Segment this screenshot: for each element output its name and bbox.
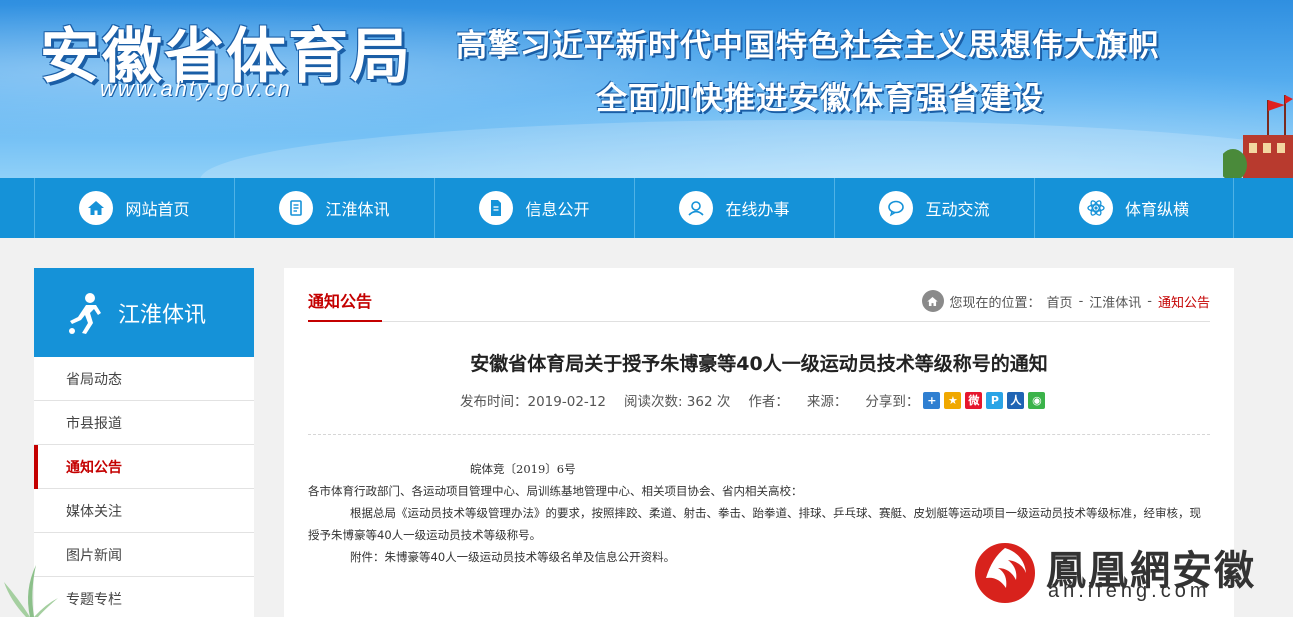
main-nav: 网站首页 江淮体讯 信息公开 在线办事 互动交流 体育纵横 [0, 178, 1293, 238]
service-icon [679, 191, 714, 225]
section-title: 通知公告 [308, 292, 373, 311]
article-title: 安徽省体育局关于授予朱博豪等40人一级运动员技术等级称号的通知 [470, 353, 1048, 375]
nav-item-online-service[interactable]: 在线办事 [634, 178, 834, 238]
qq-share-icon[interactable]: ★ [944, 391, 962, 409]
breadcrumb-current[interactable]: 通知公告 [1158, 292, 1210, 311]
sidebar: 江淮体讯 省局动态 市县报道 通知公告 媒体关注 图片新闻 专题专栏 [34, 268, 254, 617]
ifeng-watermark: 鳳凰網安徽 ah.ifeng.com [972, 536, 1272, 614]
atom-icon [1078, 191, 1113, 225]
author: 作者： [748, 394, 789, 410]
chat-icon [879, 191, 914, 225]
sidebar-item-bureau-news[interactable]: 省局动态 [34, 357, 254, 401]
breadcrumb: 您现在的位置： 首页 - 江淮体讯 - 通知公告 [921, 290, 1210, 312]
nav-item-sports-overview[interactable]: 体育纵横 [1034, 178, 1234, 238]
site-banner: 安徽省体育局 www.ahty.gov.cn 高擎习近平新时代中国特色社会主义思… [0, 0, 1293, 178]
wechat-share-icon[interactable]: ◉ [1028, 391, 1046, 409]
tencent-weibo-share-icon[interactable]: P [986, 391, 1004, 409]
nav-item-jianghuai-news[interactable]: 江淮体讯 [234, 178, 434, 238]
slogan-line-2: 全面加快推进安徽体育强省建设 [596, 81, 1044, 117]
weibo-share-icon[interactable]: 微 [965, 391, 983, 409]
nav-item-info-disclosure[interactable]: 信息公开 [434, 178, 634, 238]
file-icon [479, 191, 514, 225]
share-label: 分享到： [865, 394, 920, 410]
sidebar-item-media-focus[interactable]: 媒体关注 [34, 489, 254, 533]
article-meta: 发布时间：2019-02-12 阅读次数: 362 次 作者： 来源： 分享到：… [460, 390, 1046, 410]
bamboo-leaf-decoration [4, 565, 58, 617]
sidebar-item-photo-news[interactable]: 图片新闻 [34, 533, 254, 577]
qzone-share-icon[interactable]: + [923, 391, 941, 409]
breadcrumb-jianghuai-link[interactable]: 江淮体讯 [1089, 292, 1141, 311]
document-number: 皖体竞〔2019〕6号 [470, 462, 576, 476]
source: 来源： [806, 394, 848, 410]
recipients: 各市体育行政部门、各运动项目管理中心、局训练基地管理中心、相关项目协会、省内相关… [308, 484, 803, 498]
renren-share-icon[interactable]: 人 [1007, 391, 1025, 409]
nav-label: 体育纵横 [1124, 200, 1189, 219]
nav-label: 在线办事 [725, 200, 790, 219]
ifeng-logo-icon [973, 541, 1037, 605]
slogan-line-1: 高擎习近平新时代中国特色社会主义思想伟大旗帜 [456, 28, 1160, 64]
nav-item-home[interactable]: 网站首页 [34, 178, 234, 238]
building-flags-decoration [1223, 95, 1293, 178]
document-icon [279, 191, 314, 225]
view-count: 阅读次数: 362 次 [623, 394, 731, 410]
location-home-icon [921, 290, 944, 312]
breadcrumb-separator: - [1147, 293, 1152, 309]
share-bar: 分享到： + ★ 微 P 人 ◉ [865, 390, 1046, 410]
home-icon [79, 191, 114, 225]
sidebar-header: 江淮体讯 [34, 268, 254, 357]
nav-label: 信息公开 [525, 200, 590, 219]
sidebar-item-notices[interactable]: 通知公告 [34, 445, 254, 489]
nav-label: 江淮体讯 [325, 200, 390, 219]
site-url: www.ahty.gov.cn [100, 76, 292, 101]
sidebar-item-special-topics[interactable]: 专题专栏 [34, 577, 254, 617]
content-header: 通知公告 您现在的位置： 首页 - 江淮体讯 - 通知公告 [308, 286, 1210, 318]
breadcrumb-home-link[interactable]: 首页 [1047, 292, 1073, 311]
watermark-domain: ah.ifeng.com [1048, 580, 1211, 602]
meta-divider [308, 434, 1210, 435]
sidebar-title: 江淮体讯 [118, 302, 207, 328]
nav-item-interaction[interactable]: 互动交流 [834, 178, 1034, 238]
breadcrumb-prefix: 您现在的位置： [949, 295, 1041, 311]
breadcrumb-separator: - [1078, 293, 1084, 309]
sidebar-item-city-county-reports[interactable]: 市县报道 [34, 401, 254, 445]
runner-icon [69, 292, 101, 334]
header-divider [308, 320, 1210, 322]
nav-label: 网站首页 [125, 200, 190, 219]
nav-label: 互动交流 [925, 200, 990, 219]
publish-time: 发布时间：2019-02-12 [460, 394, 606, 410]
